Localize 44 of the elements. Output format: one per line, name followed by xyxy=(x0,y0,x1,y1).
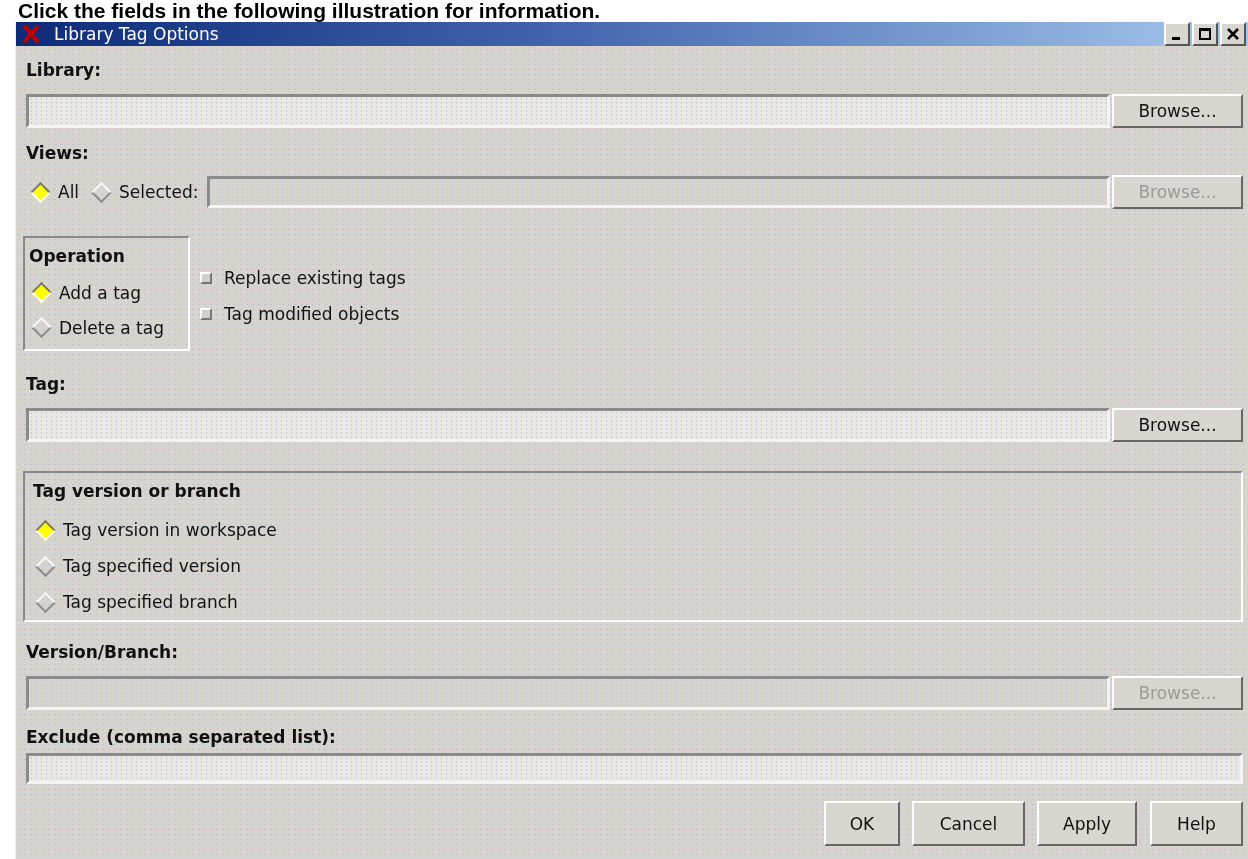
radio-label: Tag version in workspace xyxy=(63,520,277,540)
radio-label: Tag specified branch xyxy=(63,592,238,612)
x-icon xyxy=(22,25,40,43)
maximize-button[interactable] xyxy=(1192,22,1218,46)
browse-button[interactable]: Browse... xyxy=(1112,94,1243,128)
field-label: Version/Branch: xyxy=(26,641,179,664)
field-label: Library: xyxy=(26,59,102,82)
radio-option[interactable]: All xyxy=(28,182,80,202)
checkbox-label: Tag modified objects xyxy=(224,304,400,324)
radio-label: Delete a tag xyxy=(59,317,164,338)
browse-button[interactable]: Browse... xyxy=(1112,408,1243,442)
group-title: Operation xyxy=(29,245,126,268)
radio-option[interactable]: Tag version in workspace xyxy=(33,512,1233,548)
group-title: Tag version or branch xyxy=(33,480,242,503)
field-label: Tag: xyxy=(26,373,67,396)
checkbox-option[interactable]: Replace existing tags xyxy=(200,260,406,296)
radio-label: Tag specified version xyxy=(63,556,241,576)
checkbox-label: Replace existing tags xyxy=(224,268,406,288)
close-icon[interactable] xyxy=(1226,27,1240,41)
radio-option[interactable]: Tag specified branch xyxy=(33,584,1233,620)
checkbox-option[interactable]: Tag modified objects xyxy=(200,296,406,332)
close-button[interactable] xyxy=(1220,22,1246,46)
radio-label: Selected: xyxy=(119,182,199,202)
text-field[interactable] xyxy=(26,408,1110,442)
radio-option[interactable]: Delete a tag xyxy=(29,310,184,345)
radio-icon[interactable] xyxy=(34,519,57,541)
field-label: Views: xyxy=(26,142,90,165)
dialog-button[interactable]: Cancel xyxy=(912,801,1025,846)
field-label: Exclude (comma separated list): xyxy=(26,726,337,749)
dialog-button[interactable]: OK xyxy=(824,801,900,846)
caption-text: Click the fields in the following illustration for information. xyxy=(17,0,602,22)
radio-label: Add a tag xyxy=(59,282,141,303)
dialog-button[interactable]: Help xyxy=(1150,801,1243,846)
radio-label: All xyxy=(58,182,80,202)
radio-option[interactable]: Selected: xyxy=(89,182,199,202)
radio-option[interactable]: Add a tag xyxy=(29,275,184,310)
dialog-button[interactable]: Apply xyxy=(1037,801,1137,846)
text-field[interactable] xyxy=(26,753,1243,784)
checkbox[interactable] xyxy=(200,272,212,284)
radio-option[interactable]: Tag specified version xyxy=(33,548,1233,584)
text-field[interactable] xyxy=(26,94,1110,128)
minimize-button[interactable] xyxy=(1164,22,1190,46)
window-title: Library Tag Options xyxy=(54,24,220,44)
checkbox[interactable] xyxy=(200,308,212,320)
